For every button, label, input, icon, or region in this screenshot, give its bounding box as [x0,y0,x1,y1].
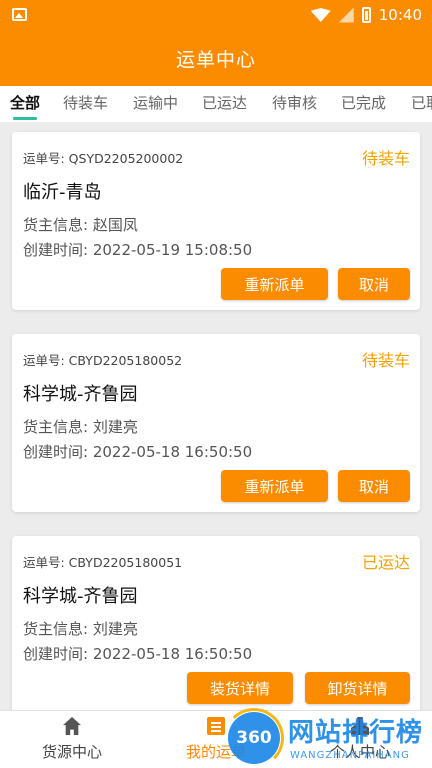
signal-icon [338,7,354,23]
status-time: 10:40 [378,6,422,24]
waybill-status: 待装车 [361,149,410,168]
shipper-info: 货主信息: 刘建亮 [23,418,138,436]
watermark-logo: 360 [224,708,284,768]
image-notification-icon [12,8,27,21]
watermark: 360 网站排行榜 WANGZHANPAIHANG [216,708,432,768]
cancel-button[interactable]: 取消 [338,268,410,300]
watermark-title: 网站排行榜 [288,718,424,748]
reassign-button[interactable]: 重新派单 [221,268,328,300]
status-icons: 10:40 [310,5,422,25]
tab-cancelled[interactable]: 已取 [411,92,432,113]
waybill-number: 运单号: CBYD2205180051 [23,555,183,570]
waybill-status: 待装车 [361,351,410,370]
home-icon [63,717,81,735]
waybill-route: 科学城-齐鲁园 [23,384,138,405]
waybill-card[interactable]: 运单号: CBYD2205180051 已运达 科学城-齐鲁园 货主信息: 刘建… [12,536,420,716]
waybill-route: 科学城-齐鲁园 [23,586,138,607]
shipper-info: 货主信息: 赵国凤 [23,216,138,234]
reassign-button[interactable]: 重新派单 [221,470,328,502]
waybill-card[interactable]: 运单号: QSYD2205200002 待装车 临沂-青岛 货主信息: 赵国凤 … [12,132,420,310]
waybill-status: 已运达 [361,553,410,572]
wifi-icon [310,8,331,22]
status-bar: 10:40 [0,0,432,30]
tab-indicator [13,117,37,120]
created-time: 创建时间: 2022-05-18 16:50:50 [23,443,253,461]
tab-waiting-load[interactable]: 待装车 [63,92,108,113]
tab-all[interactable]: 全部 [10,92,40,113]
battery-icon [361,7,371,23]
tab-pending-review[interactable]: 待审核 [272,92,317,113]
app-bar: 运单中心 [0,30,432,86]
waybill-route: 临沂-青岛 [23,182,102,203]
shipper-info: 货主信息: 刘建亮 [23,620,138,638]
unloading-details-button[interactable]: 卸货详情 [305,672,410,704]
waybill-card[interactable]: 运单号: CBYD2205180052 待装车 科学城-齐鲁园 货主信息: 刘建… [12,334,420,512]
nav-label: 货源中心 [41,743,102,761]
waybill-number: 运单号: CBYD2205180052 [23,353,183,368]
page-title: 运单中心 [175,48,256,71]
created-time: 创建时间: 2022-05-19 15:08:50 [23,241,253,259]
nav-cargo-center[interactable]: 货源中心 [0,711,144,768]
tab-arrived[interactable]: 已运达 [202,92,247,113]
tab-completed[interactable]: 已完成 [341,92,386,113]
created-time: 创建时间: 2022-05-18 16:50:50 [23,645,253,663]
waybill-number: 运单号: QSYD2205200002 [23,151,184,166]
loading-details-button[interactable]: 装货详情 [187,672,293,704]
cancel-button[interactable]: 取消 [338,470,410,502]
tab-in-transit[interactable]: 运输中 [133,92,178,113]
status-tabs: 全部 待装车 运输中 已运达 待审核 已完成 已取 [0,86,432,122]
watermark-subtitle: WANGZHANPAIHANG [290,750,410,761]
